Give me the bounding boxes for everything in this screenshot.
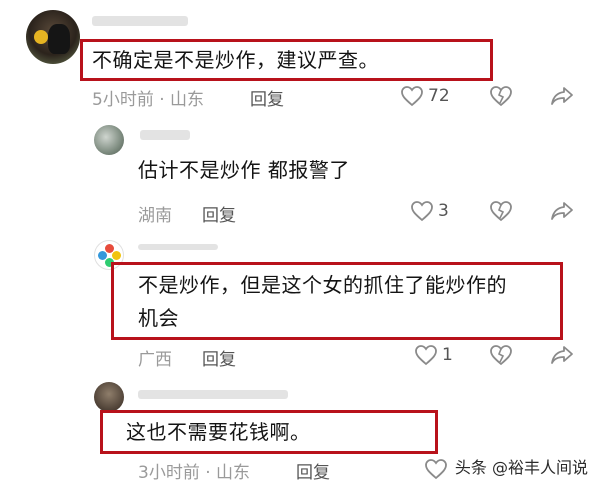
like-button[interactable]: 3 [410,200,449,222]
comment-time: 3小时前 [138,463,200,483]
meta-separator: · [159,90,165,110]
watermark: 头条 @裕丰人间说 [454,458,588,477]
comment-text: 估计不是炒作 都报警了 [138,158,350,182]
reply-button[interactable]: 回复 [202,345,236,370]
dislike-icon[interactable] [488,344,514,366]
like-count: 3 [438,201,449,221]
like-button[interactable]: 1 [414,344,453,366]
comment-location: 山东 [216,463,251,483]
like-count: 72 [428,86,450,106]
heart-icon[interactable] [424,458,448,480]
username-blurred[interactable] [92,16,188,26]
comment-text: 这也不需要花钱啊。 [126,420,311,444]
reply-button[interactable]: 回复 [250,85,284,110]
reply-button[interactable]: 回复 [202,201,236,226]
comment-meta: 5小时前 · 山东 [92,85,204,110]
avatar[interactable] [94,382,124,412]
comment-meta: 湖南 [138,201,172,226]
comment-time: 5小时前 [92,90,154,110]
like-count: 1 [442,345,453,365]
username-blurred[interactable] [138,244,218,250]
dislike-icon[interactable] [488,85,514,107]
share-icon[interactable] [550,344,574,366]
heart-icon [415,345,437,366]
comment-location: 湖南 [138,206,172,226]
username-blurred[interactable] [140,130,190,140]
comment-location: 广西 [138,350,172,370]
heart-icon [411,201,433,222]
comment-meta: 3小时前 · 山东 [138,458,250,483]
dislike-icon[interactable] [488,200,514,222]
comment-location: 山东 [170,90,205,110]
username-blurred[interactable] [138,390,288,399]
comment-text: 不确定是不是炒作，建议严查。 [92,48,379,72]
comment-text-line1: 不是炒作，但是这个女的抓住了能炒作的 [138,273,507,297]
avatar[interactable] [94,125,124,155]
heart-icon [401,86,423,107]
reply-button[interactable]: 回复 [296,458,330,483]
share-icon[interactable] [550,85,574,107]
share-icon[interactable] [550,200,574,222]
like-button[interactable]: 72 [400,85,450,107]
comment-text-line2: 机会 [138,306,179,330]
meta-separator: · [205,463,211,483]
avatar[interactable] [26,10,80,64]
comment-meta: 广西 [138,345,172,370]
